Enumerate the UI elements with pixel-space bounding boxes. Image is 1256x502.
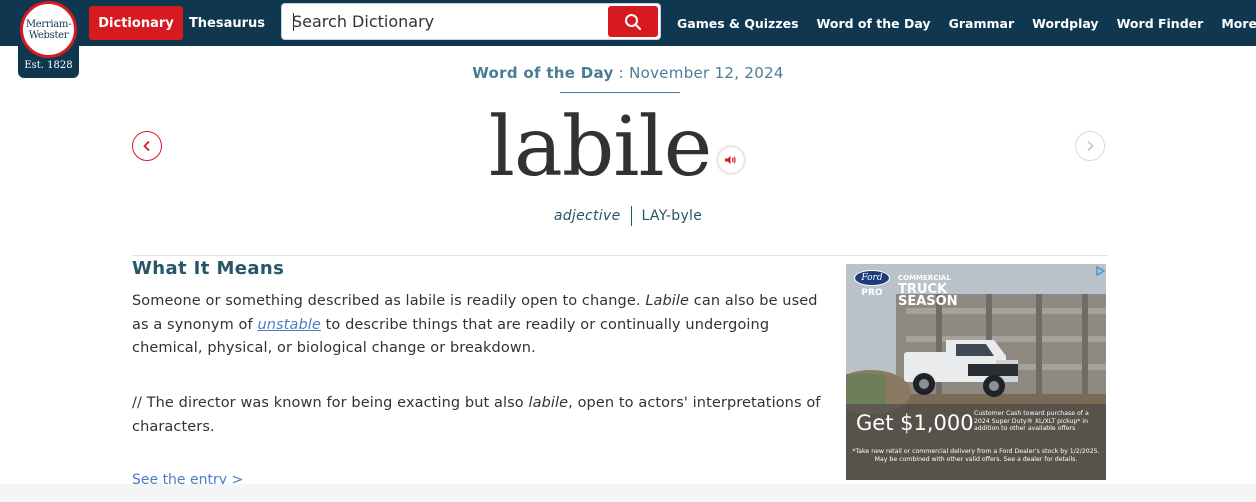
section-divider [132, 255, 1108, 256]
nav-label: Word of the Day [816, 15, 931, 31]
nav-wordplay[interactable]: Wordplay [1032, 16, 1098, 31]
ford-advertisement[interactable]: Ford PRO COMMERCIAL TRUCK SEASON Get $1,… [846, 264, 1106, 480]
nav-label: Word Finder [1116, 15, 1204, 31]
nav-label: Wordplay [1032, 15, 1099, 31]
bottom-fade [0, 484, 1256, 502]
ad-fine-print-2: *Take new retail or commercial delivery … [852, 448, 1100, 463]
nav-more[interactable]: More [1221, 16, 1256, 31]
nav-games-quizzes[interactable]: Games & Quizzes [677, 16, 799, 31]
ford-pro-label: PRO [861, 288, 883, 298]
search-input[interactable] [292, 4, 608, 39]
nav-grammar[interactable]: Grammar [949, 16, 1015, 31]
heading-underline [560, 92, 680, 93]
ad-headline-line-2: SEASON [898, 294, 958, 309]
logo-circle: Merriam- Webster [20, 1, 77, 58]
speaker-icon [725, 156, 736, 164]
ad-fine-print-1: Customer Cash toward purchase of a 2024 … [974, 410, 1089, 432]
word-attributes: adjective LAY-byle [0, 206, 1256, 226]
nav-label: Games & Quizzes [677, 15, 799, 31]
previous-word-button[interactable] [132, 131, 162, 161]
ford-logo: Ford [854, 270, 890, 286]
search-box [281, 3, 661, 40]
chevron-left-icon [143, 140, 150, 152]
text-caret [293, 13, 294, 31]
thesaurus-button[interactable]: Thesaurus [184, 6, 270, 40]
search-button[interactable] [608, 6, 658, 37]
part-of-speech: adjective [553, 208, 621, 224]
definition-paragraph: Someone or something described as labile… [132, 290, 832, 361]
section-heading: What It Means [132, 258, 285, 279]
emphasis-word: labile [528, 395, 569, 411]
ad-headline: COMMERCIAL TRUCK SEASON [898, 272, 958, 308]
text-run: // The director was known for being exac… [132, 395, 529, 411]
nav-word-finder[interactable]: Word Finder [1117, 16, 1204, 31]
dictionary-button[interactable]: Dictionary [89, 6, 183, 40]
chevron-right-icon [1087, 140, 1094, 152]
ford-pro-badge: Ford PRO [854, 270, 890, 304]
text-run: Someone or something described as labile… [132, 293, 646, 309]
pronunciation-audio-button[interactable] [718, 147, 744, 173]
example-paragraph: // The director was known for being exac… [132, 392, 832, 439]
wotd-separator: : [613, 64, 630, 82]
nav-label: Grammar [948, 15, 1015, 31]
next-word-button[interactable] [1075, 131, 1105, 161]
word-of-the-day-heading: Word of the Day : November 12, 2024 [0, 64, 1256, 82]
nav-word-of-the-day[interactable]: Word of the Day [817, 16, 931, 31]
wotd-date: November 12, 2024 [629, 64, 784, 82]
ad-choices-icon[interactable] [1094, 265, 1106, 277]
word-headword: labile [488, 100, 713, 195]
logo-line-2: Webster [28, 29, 69, 41]
search-icon [625, 13, 642, 30]
logo-line-1: Merriam- [25, 18, 72, 30]
ad-offer: Get $1,000 [856, 411, 974, 435]
emphasis-word: Labile [645, 293, 690, 309]
nav-label: More [1221, 15, 1256, 31]
unstable-link[interactable]: unstable [257, 317, 320, 333]
pronunciation: LAY-byle [641, 208, 703, 224]
wotd-label: Word of the Day [472, 64, 614, 82]
main-nav: Games & Quizzes Word of the Day Grammar … [668, 6, 1256, 40]
